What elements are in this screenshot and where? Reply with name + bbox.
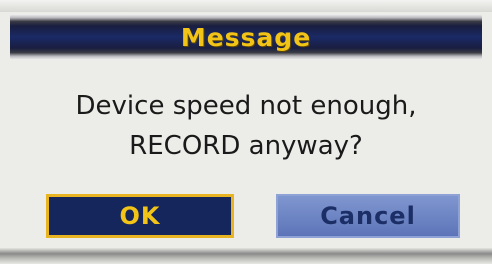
dialog-top-frame	[0, 0, 492, 12]
dialog-title: Message	[180, 22, 312, 52]
cancel-button-label: Cancel	[320, 202, 416, 230]
cancel-button[interactable]: Cancel	[276, 194, 460, 238]
message-line-2: RECORD anyway?	[129, 131, 363, 161]
dialog-title-bar: Message	[10, 14, 482, 60]
message-line-1: Device speed not enough,	[75, 91, 417, 121]
dialog-body: Device speed not enough, RECORD anyway? …	[0, 66, 492, 248]
ok-button-label: OK	[119, 202, 161, 230]
message-dialog: Message Device speed not enough, RECORD …	[0, 0, 492, 264]
dialog-message: Device speed not enough, RECORD anyway?	[0, 86, 492, 166]
ok-button[interactable]: OK	[46, 194, 234, 238]
dialog-bottom-frame	[0, 248, 492, 264]
